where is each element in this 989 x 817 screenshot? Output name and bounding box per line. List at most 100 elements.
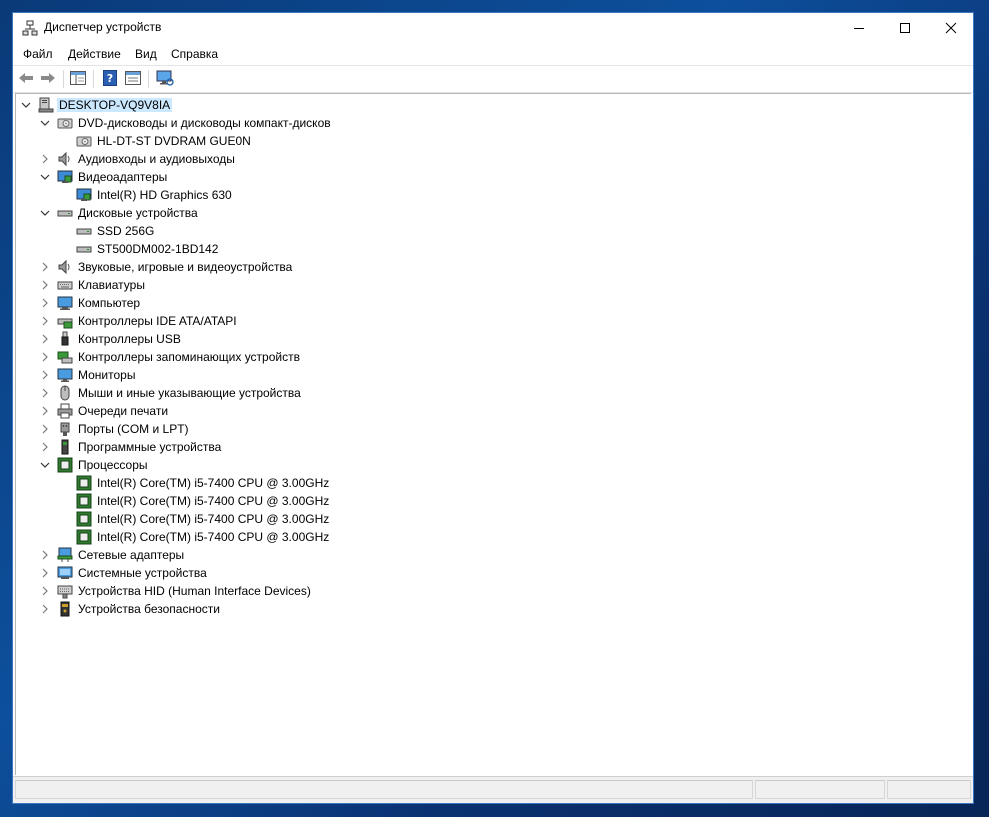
tree-device-row[interactable]: SSD 256G	[76, 222, 156, 240]
tree-category-row[interactable]: Процессоры	[39, 456, 150, 474]
chevron-right-icon[interactable]	[39, 276, 51, 294]
chevron-right-icon[interactable]	[39, 150, 51, 168]
forward-button[interactable]	[39, 70, 57, 88]
tree-device-row[interactable]: Intel(R) Core(TM) i5-7400 CPU @ 3.00GHz	[76, 492, 331, 510]
tree-category-row[interactable]: Клавиатуры	[39, 276, 147, 294]
menu-bar: Файл Действие Вид Справка	[13, 43, 973, 65]
tree-category-row[interactable]: DVD-дисководы и дисководы компакт-дисков	[39, 114, 333, 132]
chevron-right-icon[interactable]	[39, 600, 51, 618]
tree-category-row[interactable]: Контроллеры запоминающих устройств	[39, 348, 302, 366]
window-title: Диспетчер устройств	[44, 20, 162, 34]
tree-category-row[interactable]: Аудиовходы и аудиовыходы	[39, 150, 237, 168]
chevron-right-icon[interactable]	[39, 258, 51, 276]
device-tree[interactable]: DESKTOP-VQ9V8IA DVD-дисководы и дисковод…	[15, 93, 971, 775]
tree-category-label: Дисковые устройства	[78, 206, 198, 220]
tree-root-node[interactable]: DESKTOP-VQ9V8IA	[20, 96, 173, 114]
tree-root-label: DESKTOP-VQ9V8IA	[57, 98, 173, 112]
chevron-right-icon[interactable]	[39, 366, 51, 384]
tree-device-row[interactable]: Intel(R) Core(TM) i5-7400 CPU @ 3.00GHz	[76, 528, 331, 546]
chevron-right-icon[interactable]	[39, 384, 51, 402]
chevron-right-icon[interactable]	[39, 564, 51, 582]
chevron-right-icon[interactable]	[39, 294, 51, 312]
software-device-icon	[57, 439, 73, 455]
tree-device-row[interactable]: Intel(R) Core(TM) i5-7400 CPU @ 3.00GHz	[76, 510, 331, 528]
usb-icon	[57, 331, 73, 347]
tree-device-label: HL-DT-ST DVDRAM GUE0N	[97, 134, 251, 148]
scan-hardware-button[interactable]	[156, 70, 174, 88]
tree-category-label: Клавиатуры	[78, 278, 145, 292]
dvd-drive-icon	[57, 115, 73, 131]
tree-category-label: Контроллеры запоминающих устройств	[78, 350, 300, 364]
tree-category-row[interactable]: Очереди печати	[39, 402, 170, 420]
chevron-right-icon[interactable]	[39, 402, 51, 420]
menu-help[interactable]: Справка	[171, 47, 218, 61]
device-manager-app-icon	[22, 20, 38, 36]
close-button[interactable]	[928, 13, 974, 43]
status-cell-tertiary	[887, 780, 971, 799]
tree-category-label: DVD-дисководы и дисководы компакт-дисков	[78, 116, 331, 130]
status-cell-main	[15, 780, 753, 799]
chevron-right-icon[interactable]	[39, 420, 51, 438]
ide-controller-icon	[57, 313, 73, 329]
tree-category-row[interactable]: Сетевые адаптеры	[39, 546, 186, 564]
tree-category-row[interactable]: Компьютер	[39, 294, 142, 312]
tree-category-row[interactable]: Устройства HID (Human Interface Devices)	[39, 582, 313, 600]
tree-category-row[interactable]: Контроллеры IDE ATA/ATAPI	[39, 312, 239, 330]
tree-category-label: Контроллеры IDE ATA/ATAPI	[78, 314, 237, 328]
chevron-right-icon[interactable]	[39, 312, 51, 330]
maximize-button[interactable]	[882, 13, 928, 43]
chevron-down-icon[interactable]	[39, 168, 51, 186]
device-manager-window: Диспетчер устройств Файл Действие Вид Сп…	[12, 12, 974, 804]
processor-icon	[76, 475, 92, 491]
tree-category-row[interactable]: Звуковые, игровые и видеоустройства	[39, 258, 294, 276]
menu-view[interactable]: Вид	[135, 47, 157, 61]
tree-device-row[interactable]: ST500DM002-1BD142	[76, 240, 220, 258]
svg-text:?: ?	[107, 72, 113, 85]
chevron-down-icon[interactable]	[39, 456, 51, 474]
tree-category-label: Мониторы	[78, 368, 136, 382]
tree-category-row[interactable]: Устройства безопасности	[39, 600, 222, 618]
tree-category-label: Аудиовходы и аудиовыходы	[78, 152, 235, 166]
tree-category-row[interactable]: Программные устройства	[39, 438, 223, 456]
chevron-down-icon[interactable]	[39, 114, 51, 132]
tree-category-label: Компьютер	[78, 296, 141, 310]
minimize-button[interactable]	[836, 13, 882, 43]
tree-device-row[interactable]: Intel(R) Core(TM) i5-7400 CPU @ 3.00GHz	[76, 474, 331, 492]
processor-icon	[76, 529, 92, 545]
tree-category-row[interactable]: Системные устройства	[39, 564, 209, 582]
tree-category-row[interactable]: Видеоадаптеры	[39, 168, 169, 186]
toolbar: ?	[13, 65, 973, 93]
properties-button[interactable]	[124, 70, 142, 88]
help-icon: ?	[103, 69, 117, 89]
tree-device-row[interactable]: Intel(R) HD Graphics 630	[76, 186, 234, 204]
menu-file[interactable]: Файл	[23, 47, 53, 61]
tree-device-label: Intel(R) Core(TM) i5-7400 CPU @ 3.00GHz	[97, 530, 330, 544]
tree-category-row[interactable]: Дисковые устройства	[39, 204, 200, 222]
chevron-right-icon[interactable]	[39, 582, 51, 600]
forward-arrow-icon	[40, 71, 56, 88]
chevron-down-icon[interactable]	[20, 96, 32, 114]
tree-category-row[interactable]: Мыши и иные указывающие устройства	[39, 384, 303, 402]
tree-category-row[interactable]: Мониторы	[39, 366, 137, 384]
display-adapter-icon	[57, 169, 73, 185]
help-button[interactable]: ?	[101, 69, 119, 89]
tree-device-row[interactable]: HL-DT-ST DVDRAM GUE0N	[76, 132, 253, 150]
tree-device-label: Intel(R) HD Graphics 630	[97, 188, 232, 202]
processor-icon	[76, 493, 92, 509]
system-device-icon	[57, 565, 73, 581]
chevron-right-icon[interactable]	[39, 546, 51, 564]
show-hide-console-tree-button[interactable]	[69, 70, 87, 88]
tree-category-row[interactable]: Контроллеры USB	[39, 330, 183, 348]
chevron-right-icon[interactable]	[39, 330, 51, 348]
back-button[interactable]	[17, 70, 35, 88]
tree-category-label: Устройства безопасности	[78, 602, 220, 616]
tree-category-row[interactable]: Порты (COM и LPT)	[39, 420, 191, 438]
computer-icon	[38, 97, 54, 113]
chevron-right-icon[interactable]	[39, 348, 51, 366]
menu-action[interactable]: Действие	[68, 47, 121, 61]
tree-category-label: Контроллеры USB	[78, 332, 181, 346]
chevron-right-icon[interactable]	[39, 438, 51, 456]
tree-device-label: Intel(R) Core(TM) i5-7400 CPU @ 3.00GHz	[97, 512, 330, 526]
chevron-down-icon[interactable]	[39, 204, 51, 222]
tree-device-label: Intel(R) Core(TM) i5-7400 CPU @ 3.00GHz	[97, 476, 330, 490]
